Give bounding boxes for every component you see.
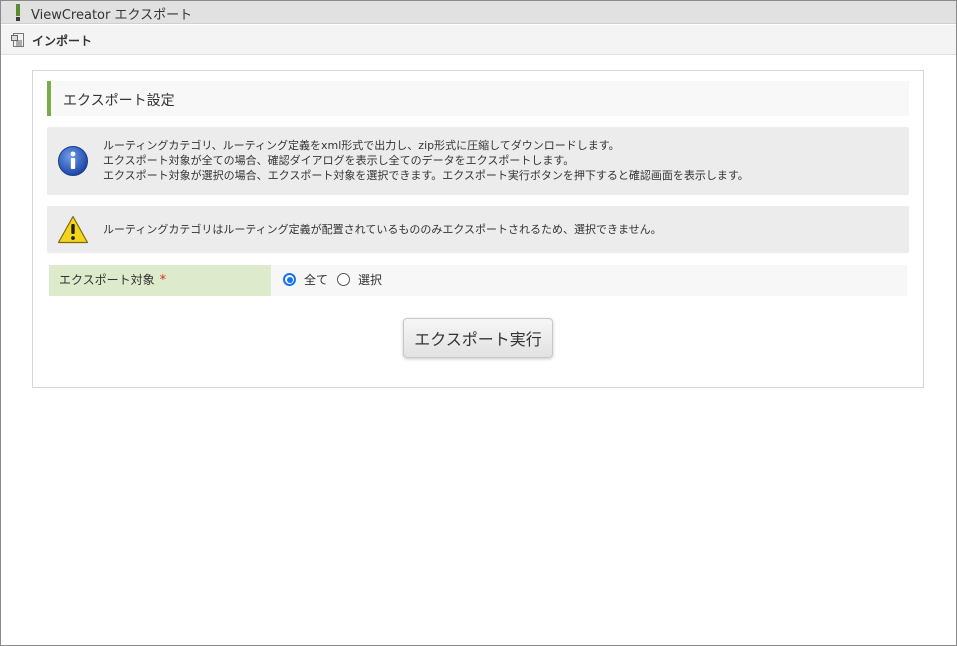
info-message-box: ルーティングカテゴリ、ルーティング定義をxml形式で出力し、zip形式に圧縮して… <box>47 127 909 195</box>
section-title: エクスポート設定 <box>63 93 175 109</box>
warning-icon <box>57 214 89 246</box>
radio-select-button[interactable] <box>337 273 351 286</box>
window-title: ViewCreator エクスポート <box>31 8 193 23</box>
radio-all[interactable]: 全て <box>283 271 328 288</box>
warning-message-text: ルーティングカテゴリはルーティング定義が配置されているもののみエクスポートされる… <box>103 223 662 236</box>
title-mark-icon <box>16 4 20 21</box>
document-import-icon <box>11 32 25 48</box>
import-label: インポート <box>32 33 93 48</box>
info-line: エクスポート対象が選択の場合、エクスポート対象を選択できます。エクスポート実行ボ… <box>103 169 749 182</box>
export-execute-button[interactable]: エクスポート実行 <box>403 318 553 358</box>
import-link[interactable]: インポート <box>11 31 92 49</box>
export-settings-panel: エクスポート設定 ルーティングカテゴリ、ルーティング定義をxml形式で出力し、z… <box>32 70 924 388</box>
export-target-row: エクスポート対象 * 全て 選択 <box>49 265 907 296</box>
required-mark: * <box>159 273 167 288</box>
export-target-label: エクスポート対象 * <box>49 265 271 296</box>
export-target-label-text: エクスポート対象 <box>59 273 155 287</box>
radio-select-label: 選択 <box>358 273 383 287</box>
info-message-text: ルーティングカテゴリ、ルーティング定義をxml形式で出力し、zip形式に圧縮して… <box>103 138 749 183</box>
radio-all-button[interactable] <box>283 273 296 286</box>
section-header: エクスポート設定 <box>47 81 909 116</box>
info-line: ルーティングカテゴリ、ルーティング定義をxml形式で出力し、zip形式に圧縮して… <box>103 139 620 152</box>
title-bar: ViewCreator エクスポート <box>1 1 956 24</box>
info-icon <box>57 145 89 177</box>
export-target-radio-group: 全て 選択 <box>283 271 391 288</box>
warning-message-box: ルーティングカテゴリはルーティング定義が配置されているもののみエクスポートされる… <box>47 206 909 253</box>
toolbar: インポート <box>1 25 956 55</box>
radio-all-label: 全て <box>304 273 329 287</box>
radio-select[interactable]: 選択 <box>337 271 382 288</box>
info-line: エクスポート対象が全ての場合、確認ダイアログを表示し全てのデータをエクスポートし… <box>103 154 575 167</box>
